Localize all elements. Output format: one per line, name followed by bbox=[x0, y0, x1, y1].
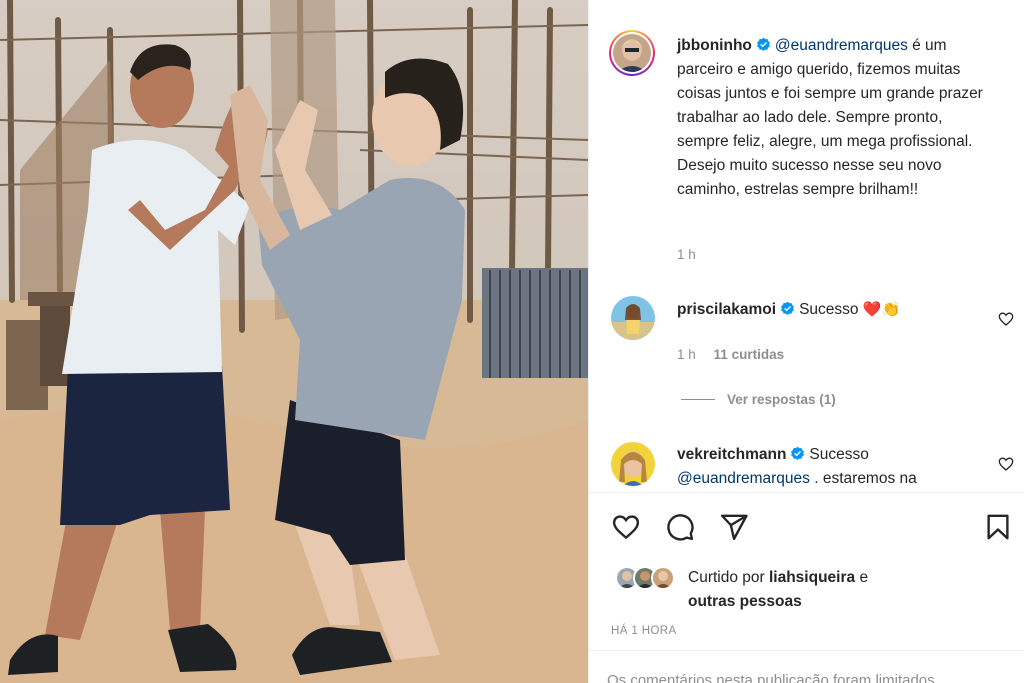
verified-badge-icon bbox=[781, 301, 794, 315]
save-button[interactable] bbox=[983, 512, 1013, 542]
comment-button[interactable] bbox=[665, 512, 695, 542]
liked-by-avatars[interactable] bbox=[615, 566, 675, 590]
comment-text: Sucesso bbox=[799, 301, 859, 318]
comment-mention-link[interactable]: @euandremarques bbox=[677, 470, 810, 487]
bookmark-icon bbox=[987, 514, 1009, 540]
commenter-avatar-image bbox=[611, 442, 655, 486]
liked-by-text: Curtido por liahsiqueira e outras pessoas bbox=[688, 566, 948, 614]
view-replies-label: Ver respostas (1) bbox=[727, 392, 836, 407]
author-username[interactable]: jbboninho bbox=[677, 37, 752, 54]
like-button[interactable] bbox=[611, 512, 641, 542]
comment-avatar-priscilakamoi[interactable] bbox=[611, 296, 655, 340]
comment-text: Sucesso bbox=[809, 446, 869, 463]
post-timestamp[interactable]: HÁ 1 HORA bbox=[611, 625, 677, 637]
author-avatar-image bbox=[613, 34, 651, 72]
comment-priscilakamoi: priscilakamoi Sucesso ❤️👏 bbox=[677, 298, 989, 322]
caption-mention-link[interactable]: @euandremarques bbox=[775, 37, 908, 54]
beach-scene-image bbox=[0, 0, 588, 683]
comment-emoji: ❤️👏 bbox=[862, 301, 901, 318]
author-avatar[interactable] bbox=[609, 30, 655, 76]
comment-meta: 1 h 11 curtidas bbox=[677, 347, 784, 362]
comments-divider bbox=[589, 492, 1024, 493]
footer-divider bbox=[589, 650, 1024, 651]
caption-text: é um parceiro e amigo querido, fizemos m… bbox=[677, 37, 983, 198]
post-side-panel: jbboninho @euandremarques é um parceiro e… bbox=[588, 0, 1024, 683]
comment-username[interactable]: vekreitchmann bbox=[677, 446, 786, 463]
verified-badge-icon bbox=[791, 446, 805, 460]
commenter-avatar-image bbox=[611, 296, 655, 340]
liked-by-suffix: e bbox=[855, 569, 869, 586]
post-caption: jbboninho @euandremarques é um parceiro e… bbox=[677, 34, 997, 202]
comment-text-continued: . estaremos na bbox=[809, 470, 917, 487]
comment-avatar-vekreitchmann[interactable] bbox=[611, 442, 655, 486]
paper-plane-icon bbox=[720, 514, 748, 541]
liker-avatar bbox=[651, 566, 675, 590]
view-replies-button[interactable]: Ver respostas (1) bbox=[681, 392, 836, 407]
liked-by-others-link[interactable]: outras pessoas bbox=[688, 593, 802, 610]
share-button[interactable] bbox=[719, 512, 749, 542]
liked-by-prefix: Curtido por bbox=[688, 569, 769, 586]
comment-like-count[interactable]: 11 curtidas bbox=[714, 347, 785, 362]
comment-timestamp[interactable]: 1 h bbox=[677, 347, 696, 362]
replies-divider-line bbox=[681, 399, 715, 400]
comment-username[interactable]: priscilakamoi bbox=[677, 301, 776, 318]
comment-vekreitchmann: vekreitchmann Sucesso @euandremarques . es… bbox=[677, 443, 989, 487]
post-photo[interactable] bbox=[0, 0, 588, 683]
comment-icon bbox=[667, 514, 694, 541]
comments-limited-note: Os comentários nesta publicação foram li… bbox=[607, 672, 935, 683]
caption-timestamp[interactable]: 1 h bbox=[677, 247, 696, 262]
heart-icon bbox=[612, 515, 640, 540]
verified-badge-icon bbox=[757, 37, 770, 51]
comment-like-heart-icon[interactable] bbox=[998, 456, 1014, 472]
liked-by-user-link[interactable]: liahsiqueira bbox=[769, 569, 855, 586]
comment-like-heart-icon[interactable] bbox=[998, 311, 1014, 327]
